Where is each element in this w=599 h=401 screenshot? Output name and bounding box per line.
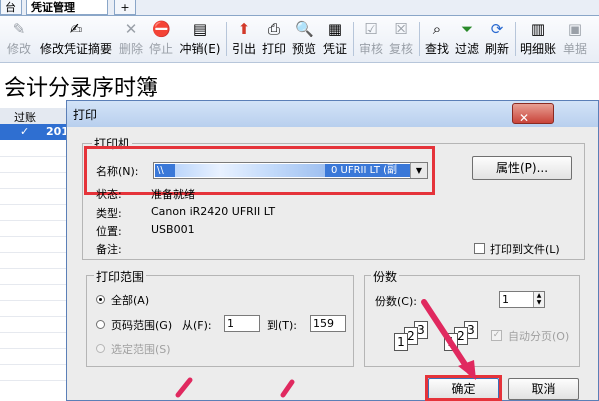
pointer-arrow-icon — [280, 379, 295, 398]
annotation-arrows — [175, 299, 476, 398]
pointer-arrow-icon — [175, 377, 193, 398]
pointer-arrow-icon — [421, 299, 473, 375]
